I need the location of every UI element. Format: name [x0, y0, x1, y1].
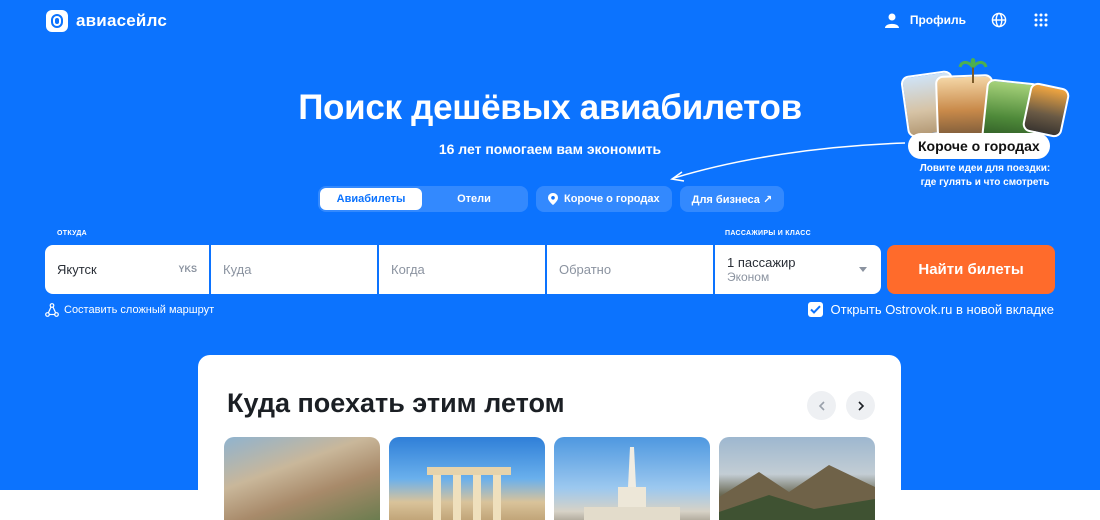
destination-card-2[interactable]	[389, 437, 545, 520]
departure-date-placeholder: Когда	[391, 262, 425, 277]
logo-icon	[46, 10, 68, 32]
city-guide-promo[interactable]: Короче о городах Ловите идеи для поездки…	[890, 55, 1080, 195]
tab-city-guide[interactable]: Короче о городах	[536, 186, 672, 212]
passengers-value: 1 пассажир	[727, 254, 796, 270]
tower-image	[584, 447, 680, 520]
header-actions: Профиль	[883, 11, 1050, 29]
logo-text: авиасейлс	[76, 11, 168, 30]
destination-field[interactable]: Куда	[211, 245, 377, 294]
destination-card-4[interactable]	[719, 437, 875, 520]
ostrovok-checkbox[interactable]	[807, 302, 823, 317]
search-form: Якутск YKS Куда Когда Обратно 1 пассажир…	[45, 245, 881, 294]
tab-hotels[interactable]: Отели	[422, 188, 526, 210]
mountains-image	[719, 465, 875, 520]
carousel-next-button[interactable]	[846, 391, 875, 420]
route-icon	[45, 303, 59, 317]
departure-date-field[interactable]: Когда	[379, 245, 545, 294]
complex-route-label: Составить сложный маршрут	[64, 304, 215, 316]
checkmark-icon	[809, 305, 821, 314]
user-icon	[883, 11, 901, 29]
promo-text-line-1: Ловите идеи для поездки:	[919, 163, 1051, 174]
from-label: ОТКУДА	[57, 230, 88, 237]
promo-photo-4	[1021, 81, 1071, 139]
carousel-prev-button[interactable]	[807, 391, 836, 420]
promo-arrow	[670, 142, 906, 182]
destination-card-1[interactable]	[224, 437, 380, 520]
ruins-image	[427, 467, 511, 520]
return-date-field[interactable]: Обратно	[547, 245, 713, 294]
tab-business[interactable]: Для бизнеса ↗	[679, 186, 785, 212]
passengers-label: ПАССАЖИРЫ И КЛАСС	[725, 230, 811, 237]
globe-icon[interactable]	[990, 11, 1008, 29]
return-date-placeholder: Обратно	[559, 262, 612, 277]
origin-field[interactable]: Якутск YKS	[45, 245, 209, 294]
complex-route-link[interactable]: Составить сложный маршрут	[45, 303, 214, 317]
promo-text-line-2: где гулять и что смотреть	[920, 177, 1050, 188]
origin-iata-code: YKS	[178, 264, 197, 274]
location-pin-icon	[548, 193, 558, 205]
passengers-class-select[interactable]: 1 пассажир Эконом	[715, 245, 881, 294]
find-tickets-button[interactable]: Найти билеты	[887, 245, 1055, 294]
chevron-right-icon	[857, 400, 864, 411]
promo-chip[interactable]: Короче о городах	[908, 133, 1050, 159]
apps-grid-icon[interactable]	[1032, 11, 1050, 29]
profile-label: Профиль	[909, 13, 966, 27]
segmented-control: Авиабилеты Отели	[318, 186, 528, 212]
chevron-left-icon	[818, 400, 825, 411]
ostrovok-option[interactable]: Открыть Ostrovok.ru в новой вкладке	[807, 302, 1054, 317]
origin-value: Якутск	[57, 262, 97, 277]
section-title: Куда поехать этим летом	[227, 388, 565, 418]
destination-card-3[interactable]	[554, 437, 710, 520]
logo[interactable]: авиасейлс	[46, 10, 167, 32]
summer-destinations-card: Куда поехать этим летом	[198, 355, 901, 520]
mode-tabs: Авиабилеты Отели Короче о городах Для би…	[318, 186, 785, 212]
promo-text: Ловите идеи для поездки: где гулять и чт…	[890, 162, 1080, 190]
destination-placeholder: Куда	[223, 262, 252, 277]
tab-flights[interactable]: Авиабилеты	[320, 188, 422, 210]
palm-icon	[958, 55, 988, 90]
ostrovok-label: Открыть Ostrovok.ru в новой вкладке	[830, 302, 1054, 317]
profile-button[interactable]: Профиль	[883, 11, 966, 29]
class-value: Эконом	[727, 269, 770, 284]
chevron-down-icon	[859, 267, 867, 272]
tab-city-guide-label: Короче о городах	[564, 193, 660, 205]
